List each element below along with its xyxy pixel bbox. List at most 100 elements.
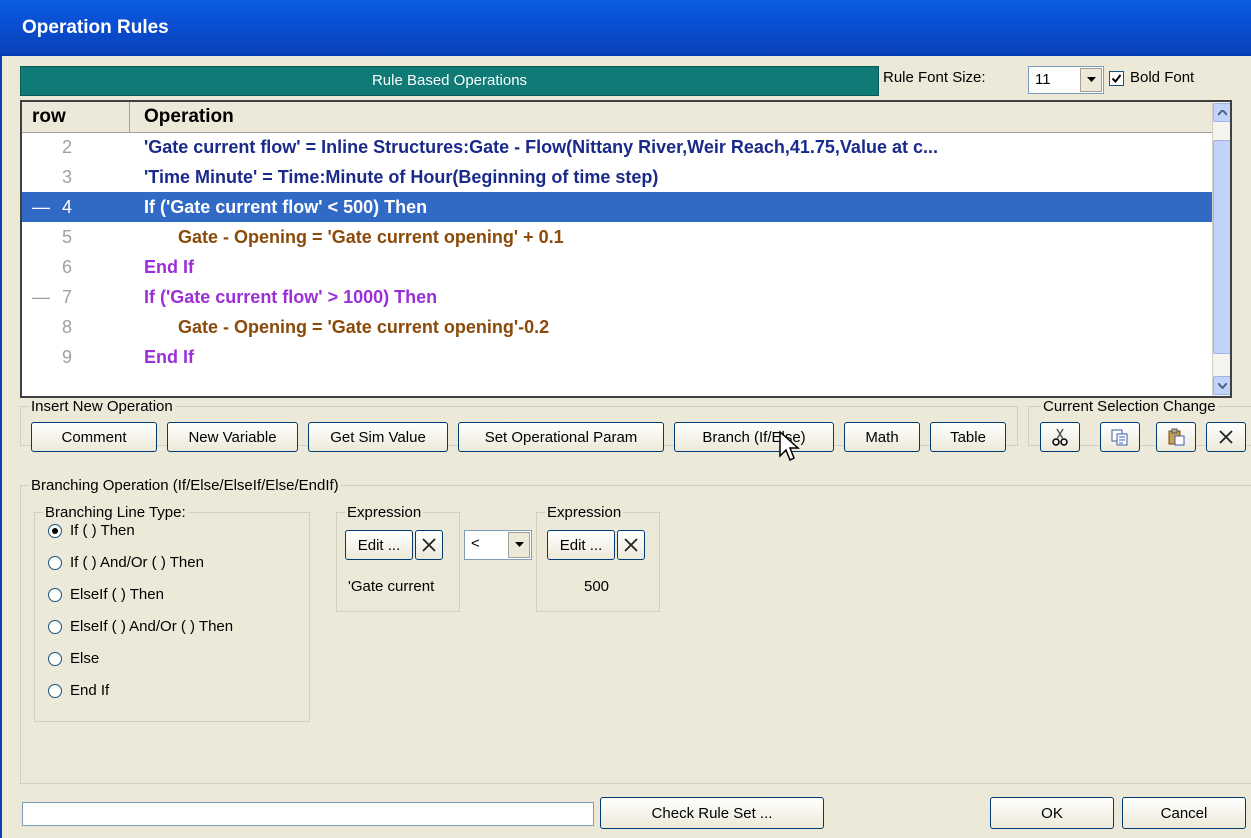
chevron-down-icon[interactable]: [1080, 68, 1102, 92]
grid-header: row Operation: [22, 102, 1212, 133]
row-number-cell[interactable]: 5: [22, 222, 130, 252]
collapse-marker-icon[interactable]: —: [32, 192, 50, 222]
check-icon: [1111, 74, 1122, 84]
line-type-option[interactable]: If ( ) Then: [48, 522, 135, 539]
radio-button[interactable]: [48, 619, 62, 634]
math-button[interactable]: Math: [844, 422, 920, 452]
line-type-option[interactable]: If ( ) And/Or ( ) Then: [48, 554, 204, 571]
comment-button[interactable]: Comment: [31, 422, 157, 452]
bold-font-label: Bold Font: [1130, 69, 1195, 86]
table-row[interactable]: 2 'Gate current flow' = Inline Structures…: [22, 132, 1212, 162]
clear-expression-left-button[interactable]: [415, 530, 443, 560]
column-header-row[interactable]: row: [22, 102, 130, 132]
row-number-cell[interactable]: 2: [22, 132, 130, 162]
status-bar: [22, 802, 594, 826]
table-row[interactable]: 8 Gate - Opening = 'Gate current opening'…: [22, 312, 1212, 342]
operation-cell[interactable]: Gate - Opening = 'Gate current opening' …: [178, 222, 564, 252]
row-number: 7: [62, 287, 73, 307]
table-row[interactable]: —4 If ('Gate current flow' < 500) Then: [22, 192, 1212, 222]
operation-cell[interactable]: If ('Gate current flow' < 500) Then: [144, 192, 427, 222]
chevron-down-icon[interactable]: [508, 532, 530, 558]
get-sim-value-button[interactable]: Get Sim Value: [308, 422, 448, 452]
branching-operation-legend: Branching Operation (If/Else/ElseIf/Else…: [31, 477, 339, 494]
rules-banner: Rule Based Operations: [20, 66, 879, 96]
row-number: 9: [62, 347, 73, 367]
row-number-cell[interactable]: —4: [22, 192, 130, 222]
row-number-cell[interactable]: 8: [22, 312, 130, 342]
cancel-button[interactable]: Cancel: [1122, 797, 1246, 829]
insert-operation-legend: Insert New Operation: [31, 398, 173, 415]
radio-button[interactable]: [48, 555, 62, 570]
vertical-scrollbar[interactable]: [1212, 102, 1230, 396]
operation-cell[interactable]: 'Gate current flow' = Inline Structures:…: [144, 132, 938, 162]
radio-button[interactable]: [48, 587, 62, 602]
close-icon: [422, 538, 436, 552]
operation-cell[interactable]: If ('Gate current flow' > 1000) Then: [144, 282, 437, 312]
branching-line-type-legend: Branching Line Type:: [45, 504, 186, 521]
row-number-cell[interactable]: —7: [22, 282, 130, 312]
radio-label: If ( ) Then: [70, 522, 135, 539]
expression-right-legend: Expression: [547, 504, 622, 521]
scroll-thumb[interactable]: [1213, 140, 1230, 354]
line-type-option[interactable]: ElseIf ( ) And/Or ( ) Then: [48, 618, 233, 635]
mouse-cursor-icon: [779, 430, 800, 462]
operator-select[interactable]: <: [464, 530, 532, 560]
branch-if-else-button[interactable]: Branch (If/Else): [674, 422, 834, 452]
operation-cell[interactable]: Gate - Opening = 'Gate current opening'-…: [178, 312, 549, 342]
ok-button[interactable]: OK: [990, 797, 1114, 829]
table-row[interactable]: 9 End If: [22, 342, 1212, 372]
copy-icon: [1111, 429, 1128, 446]
line-type-option[interactable]: Else: [48, 650, 99, 667]
radio-label: If ( ) And/Or ( ) Then: [70, 554, 204, 571]
row-number: 2: [62, 137, 73, 157]
operation-cell[interactable]: 'Time Minute' = Time:Minute of Hour(Begi…: [144, 162, 658, 192]
copy-button[interactable]: [1100, 422, 1140, 452]
table-row[interactable]: 3 'Time Minute' = Time:Minute of Hour(Beg…: [22, 162, 1212, 192]
radio-label: Else: [70, 650, 100, 667]
operation-cell[interactable]: End If: [144, 342, 194, 372]
row-number: 5: [62, 227, 73, 247]
edit-expression-right-button[interactable]: Edit ...: [547, 530, 615, 560]
paste-icon: [1168, 428, 1185, 446]
row-number: 4: [62, 197, 73, 217]
edit-expression-left-button[interactable]: Edit ...: [345, 530, 413, 560]
scroll-up-button[interactable]: [1213, 103, 1230, 122]
font-size-label: Rule Font Size:: [883, 69, 986, 86]
radio-button[interactable]: [48, 523, 62, 538]
row-number-cell[interactable]: 6: [22, 252, 130, 282]
table-row[interactable]: 5 Gate - Opening = 'Gate current opening'…: [22, 222, 1212, 252]
clear-expression-right-button[interactable]: [617, 530, 645, 560]
close-icon: [1219, 430, 1233, 444]
set-operational-param-button[interactable]: Set Operational Param: [458, 422, 664, 452]
close-icon: [624, 538, 638, 552]
check-rule-set-button[interactable]: Check Rule Set ...: [600, 797, 824, 829]
dialog-body: Rule Based Operations Rule Font Size: 11…: [0, 56, 1251, 838]
collapse-marker-icon[interactable]: —: [32, 282, 50, 312]
radio-button[interactable]: [48, 651, 62, 666]
window-title: Operation Rules: [22, 17, 169, 38]
row-number-cell[interactable]: 3: [22, 162, 130, 192]
delete-button[interactable]: [1206, 422, 1246, 452]
font-size-select[interactable]: 11: [1028, 66, 1104, 94]
row-number-cell[interactable]: 9: [22, 342, 130, 372]
line-type-option[interactable]: ElseIf ( ) Then: [48, 586, 164, 603]
scroll-down-button[interactable]: [1213, 376, 1230, 395]
cut-button[interactable]: [1040, 422, 1080, 452]
new-variable-button[interactable]: New Variable: [167, 422, 298, 452]
paste-button[interactable]: [1156, 422, 1196, 452]
bold-font-checkbox[interactable]: [1109, 71, 1124, 86]
radio-label: ElseIf ( ) And/Or ( ) Then: [70, 618, 234, 635]
row-number: 3: [62, 167, 73, 187]
table-button[interactable]: Table: [930, 422, 1006, 452]
radio-button[interactable]: [48, 683, 62, 698]
operation-cell[interactable]: End If: [144, 252, 194, 282]
table-row[interactable]: 6 End If: [22, 252, 1212, 282]
line-type-option[interactable]: End If: [48, 682, 109, 699]
font-size-value: 11: [1035, 71, 1051, 88]
column-header-operation[interactable]: Operation: [130, 102, 1212, 132]
table-row[interactable]: —7 If ('Gate current flow' > 1000) Then: [22, 282, 1212, 312]
operations-grid[interactable]: row Operation 2 'Gate current flow' = Inl…: [20, 100, 1232, 398]
selection-change-legend: Current Selection Change: [1043, 398, 1216, 415]
expression-left-value: 'Gate current: [348, 578, 435, 595]
title-bar: Operation Rules: [0, 0, 1251, 56]
